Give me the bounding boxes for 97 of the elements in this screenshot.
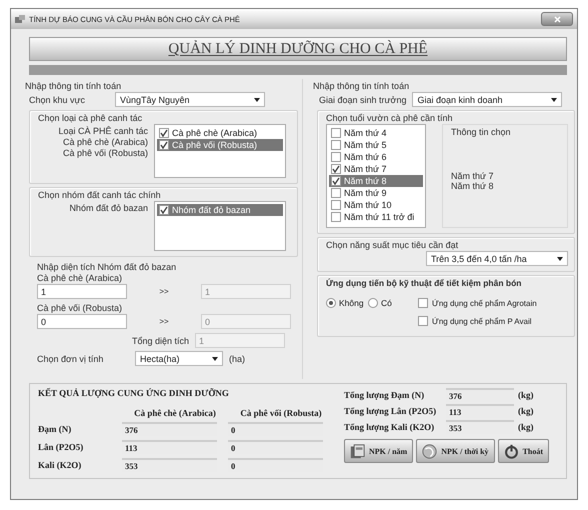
field-label: Chọn đơn vị tính	[37, 354, 104, 364]
total-field[interactable]: 113	[446, 404, 514, 418]
checkbox[interactable]	[331, 140, 341, 150]
column-header: Cà phê chè (Arabica)	[133, 408, 217, 418]
row-label: Kali (K2O)	[38, 460, 82, 470]
checkbox[interactable]	[159, 205, 169, 215]
npk-button[interactable]: NPK / thời kỳ	[416, 439, 495, 463]
value-field[interactable]: 113	[122, 440, 217, 454]
app-icon	[15, 14, 25, 24]
caret-icon	[551, 98, 558, 102]
check-icon	[159, 205, 169, 215]
checkbox[interactable]	[331, 200, 341, 210]
power-icon	[504, 444, 519, 458]
checkbox[interactable]	[331, 164, 341, 174]
caret-icon	[557, 256, 563, 260]
radio[interactable]	[326, 298, 336, 308]
checkbox[interactable]	[159, 128, 169, 138]
list-item[interactable]: Năm thứ 5	[329, 139, 423, 151]
list-item[interactable]: Cà phê chè (Arabica)	[157, 127, 283, 139]
value-field[interactable]: 0	[228, 422, 323, 436]
field-label: Cà phê vối (Robusta)	[37, 303, 122, 313]
total-label: Tổng lượng Kali (K2O)	[344, 422, 436, 432]
total-label: Tổng lượng Lân (P2O5)	[344, 406, 438, 416]
group-title: Nhập thông tin tính toán	[313, 81, 410, 91]
checkbox-option[interactable]: Ứng dụng chế phẩm Agrotain	[418, 298, 537, 308]
radio-dot-icon	[329, 301, 333, 305]
list-item[interactable]: Năm thứ 9	[329, 187, 423, 199]
close-button[interactable]	[541, 12, 573, 26]
value-field[interactable]: 0	[228, 458, 323, 472]
unit-dropdown[interactable]: Hecta(ha)	[135, 351, 223, 366]
unit-label: (ha)	[229, 354, 246, 364]
field-label: Cà phê chè (Arabica)	[62, 137, 148, 147]
info-text: Năm thứ 8	[451, 181, 495, 191]
caret-icon	[212, 356, 218, 360]
list-item[interactable]: Năm thứ 6	[329, 151, 423, 163]
row-label: Lân (P2O5)	[38, 442, 84, 452]
group-title: Thông tin chọn	[451, 127, 511, 137]
section-title: KẾT QUẢ LƯỢNG CUNG ỨNG DINH DƯỠNG	[38, 388, 229, 398]
group-title: Chọn năng suất mục tiêu cần đạt	[326, 240, 458, 250]
caret-icon	[254, 98, 260, 102]
unit-label: (kg)	[518, 422, 534, 432]
total-field[interactable]: 353	[446, 420, 514, 434]
field-label: Chọn khu vực	[29, 94, 86, 104]
checkbox[interactable]	[331, 188, 341, 198]
checkbox[interactable]	[418, 316, 428, 326]
total-label: Tổng lượng Đạm (N)	[344, 390, 426, 400]
value-field[interactable]: 353	[122, 458, 217, 472]
npk-button[interactable]: NPK / năm	[344, 439, 414, 463]
group-title: Nhập thông tin tính toán	[25, 81, 122, 91]
radio-button[interactable]: Không	[326, 298, 368, 308]
list-item[interactable]: Năm thứ 7	[329, 163, 423, 175]
row-label: Đạm (N)	[38, 424, 72, 434]
text-field[interactable]: 0	[37, 314, 127, 329]
arrow-label: >>	[158, 317, 170, 326]
column-header: Cà phê vối (Robusta)	[239, 408, 323, 418]
radio-button[interactable]: Có	[368, 298, 410, 308]
info-text: Năm thứ 7	[451, 171, 495, 181]
checkbox[interactable]	[331, 152, 341, 162]
yield-dropdown[interactable]: Trên 3,5 đến 4,0 tấn /ha	[426, 251, 568, 266]
group-title: Chọn tuổi vườn cà phê cần tính	[326, 113, 453, 123]
checkbox-option[interactable]: Ứng dụng chế phẩm P Avail	[418, 316, 537, 326]
field-label: Loại CÀ PHÊ canh tác	[58, 126, 148, 136]
stage-dropdown[interactable]: Giai đoạn kinh doanh	[412, 92, 562, 107]
field-label: Cà phê chè (Arabica)	[37, 273, 122, 283]
list-item[interactable]: Cà phê vối (Robusta)	[157, 139, 283, 151]
list-item[interactable]: Năm thứ 4	[329, 127, 423, 139]
group-title: Chọn loại cà phê canh tác	[38, 113, 142, 123]
unit-label: (kg)	[518, 390, 534, 400]
arrow-label: >>	[158, 287, 170, 296]
text-field[interactable]: 1	[37, 284, 127, 299]
group-title: Chọn nhóm đất canh tác chính	[38, 190, 161, 200]
close-icon	[554, 16, 560, 22]
globe-icon	[422, 444, 438, 458]
checkbox[interactable]	[331, 212, 341, 222]
unit-label: (kg)	[518, 406, 534, 416]
group-title: Ứng dụng tiến bộ kỹ thuật để tiết kiệm phân bón	[326, 278, 522, 288]
list-item[interactable]: Năm thứ 11 trở đi	[329, 211, 423, 223]
list-item[interactable]: Năm thứ 8	[329, 175, 423, 187]
group-title: Nhập diện tích Nhóm đất đỏ bazan	[37, 262, 176, 272]
checkbox[interactable]	[418, 298, 428, 308]
list-item[interactable]: Năm thứ 10	[329, 199, 423, 211]
total-field[interactable]: 376	[446, 388, 514, 402]
value-field[interactable]: 0	[228, 440, 323, 454]
exit-button[interactable]: Thoát	[498, 439, 550, 463]
field-label: Cà phê vối (Robusta)	[62, 148, 148, 158]
checkbox[interactable]	[159, 140, 169, 150]
document-icon	[350, 444, 365, 458]
checkbox[interactable]	[331, 128, 341, 138]
field-label: Nhóm đất đỏ bazan	[69, 203, 148, 213]
field-label: Giai đoạn sinh trưởng	[319, 94, 406, 104]
field-label: Tổng diện tích	[130, 336, 190, 346]
header-title: QUẢN LÝ DINH DƯỠNG CHO CÀ PHÊ	[168, 40, 428, 58]
checkbox[interactable]	[331, 176, 341, 186]
region-dropdown[interactable]: VùngTây Nguyên	[115, 92, 265, 107]
list-item[interactable]: Nhóm đất đỏ bazan	[157, 204, 283, 216]
radio[interactable]	[368, 298, 378, 308]
value-field[interactable]: 376	[122, 422, 217, 436]
